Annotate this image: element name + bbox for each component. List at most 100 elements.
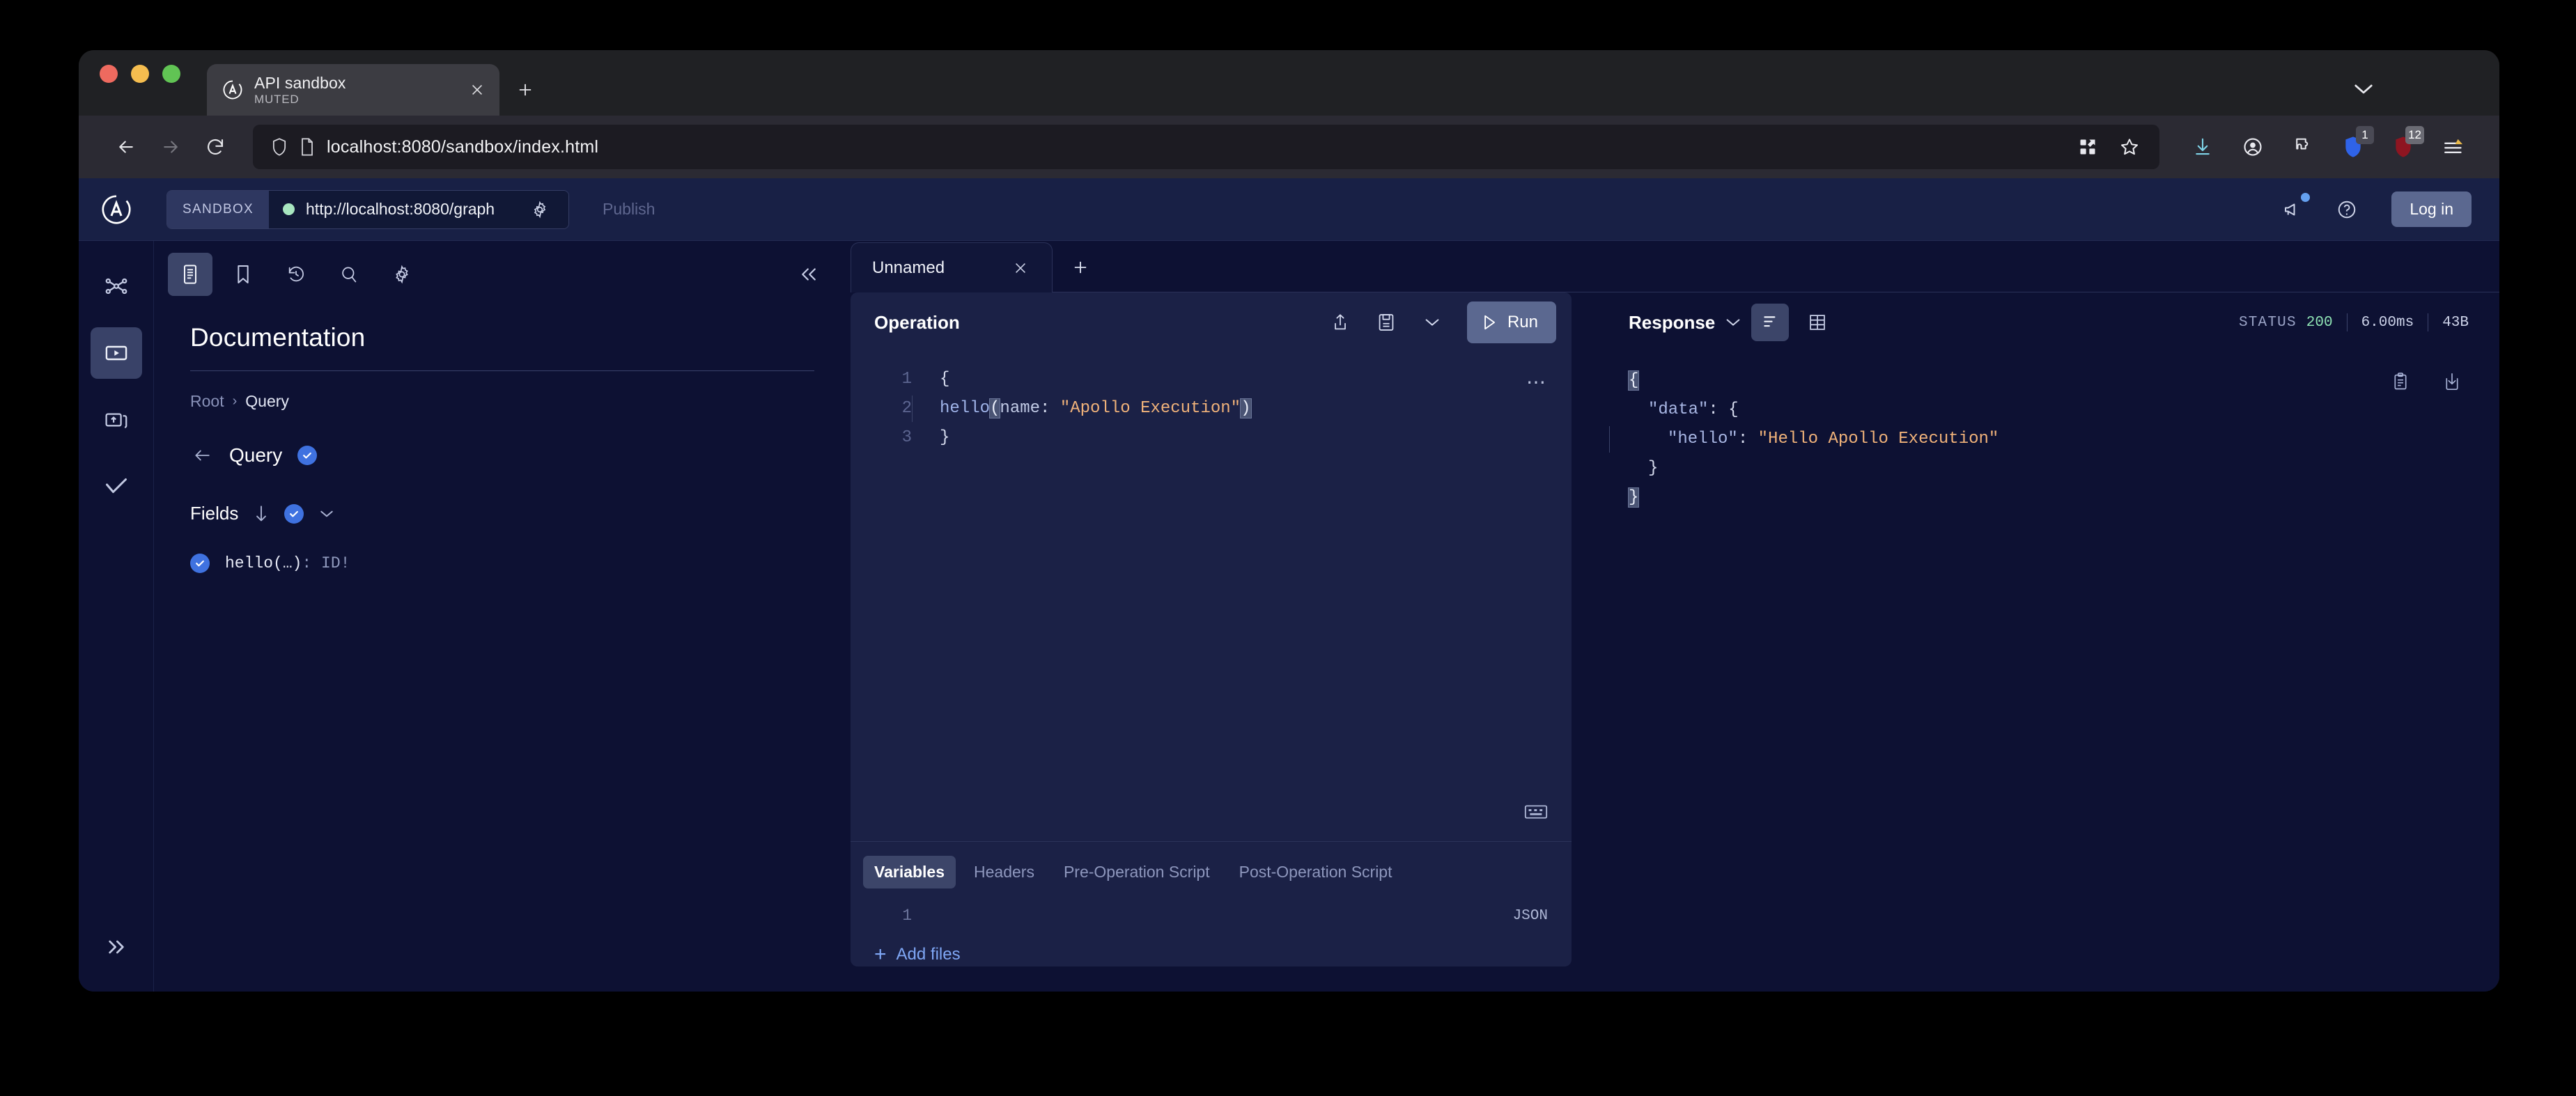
add-files-button[interactable]: + Add files [851,925,1572,966]
response-header: Response STATUS 200 6.00ms 43B [1605,292,2499,352]
endpoint-field[interactable]: http://localhost:8080/graph [269,190,569,228]
downloads-icon[interactable] [2178,125,2228,169]
tab-variables[interactable]: Variables [863,856,956,888]
code-text: { [912,365,949,394]
operation-title: Operation [874,311,960,333]
check-circle-icon[interactable] [284,503,304,524]
sidebar-item-variants[interactable] [91,394,142,446]
plus-icon[interactable] [1058,245,1103,290]
docs-tab-settings[interactable] [380,253,424,296]
list-item[interactable]: hello(…): ID! [190,554,814,573]
operation-tab[interactable]: Unnamed [851,242,1053,292]
star-icon[interactable] [2111,129,2148,165]
floppy-save-icon[interactable] [1370,306,1403,339]
shield-icon[interactable] [265,137,293,157]
run-button-label: Run [1507,313,1538,331]
chevron-down-icon[interactable] [1415,306,1449,339]
response-tools [2384,365,2469,398]
arrow-right-icon[interactable] [148,125,193,169]
check-circle-icon[interactable] [190,554,210,573]
extensions-grid-icon[interactable] [2069,129,2106,165]
url-bar[interactable]: localhost:8080/sandbox/index.html [253,125,2159,169]
plus-icon[interactable] [506,71,544,109]
sidebar-item-checks[interactable] [91,461,142,512]
download-box-icon[interactable] [2435,365,2469,398]
tab-post-operation-script[interactable]: Post-Operation Script [1228,856,1404,888]
browser-tab[interactable]: API sandbox MUTED [207,64,499,116]
app-menu-icon[interactable] [2428,125,2478,169]
divider [190,370,814,371]
documentation-panel: Documentation Root › Query Query Fields … [154,241,851,992]
breadcrumb-root[interactable]: Root [190,392,224,411]
apollo-logo-icon [79,178,154,241]
close-icon[interactable] [1013,260,1037,276]
keyboard-icon[interactable] [1524,804,1548,820]
view-table-button[interactable] [1799,304,1836,341]
extension-puzzle-icon[interactable] [2278,125,2328,169]
sidebar-item-explorer[interactable] [90,327,142,379]
browser-toolbar-icons: 1 12 [2178,125,2478,169]
megaphone-icon[interactable] [2274,191,2311,228]
line-number: 3 [901,428,912,447]
endpoint-status-dot [283,203,295,215]
tab-headers[interactable]: Headers [963,856,1046,888]
apollo-header: SANDBOX http://localhost:8080/graph Publ… [79,178,2499,241]
sandbox-chip: SANDBOX [167,190,270,228]
view-json-button[interactable] [1751,304,1790,341]
response-body[interactable]: { "data": { "hello": "Hello Apollo Execu… [1605,352,2499,966]
explorer-panes: Operation Run 1 {2 hello(name: "Apollo … [851,292,2499,992]
apollo-header-right: Log in [2274,191,2472,228]
operation-header: Operation Run [851,292,1572,352]
gear-icon[interactable] [526,201,554,219]
clipboard-copy-icon[interactable] [2384,365,2417,398]
code-text: } [1627,483,1640,512]
docs-tab-search[interactable] [327,253,371,296]
endpoint-selector[interactable]: SANDBOX http://localhost:8080/graph [166,189,570,229]
tab-pre-operation-script[interactable]: Pre-Operation Script [1053,856,1221,888]
token-brace-close-outer: } [1627,487,1640,508]
chevron-down-icon[interactable] [319,509,334,519]
publish-button[interactable]: Publish [593,193,665,226]
breadcrumb-current[interactable]: Query [245,392,289,411]
chevron-down-icon[interactable] [2346,75,2381,103]
field-signature: hello(…): ID! [225,554,350,572]
code-line: } [1629,454,2469,483]
minimize-window-button[interactable] [131,65,149,83]
operation-editor[interactable]: 1 { 2 hello(name: "Apollo Execution") 3 … [851,352,1572,841]
check-circle-icon[interactable] [297,446,318,465]
more-dots-icon[interactable]: ⋯ [1526,370,1548,393]
account-icon[interactable] [2228,125,2278,169]
chevron-double-left-icon[interactable] [791,256,827,292]
code-line: "hello": "Hello Apollo Execution" [1609,425,2469,454]
fields-label: Fields [190,503,239,524]
token-field-name: hello [940,399,991,418]
token-colon-brace: : { [1708,400,1739,419]
arrow-left-icon[interactable] [104,125,148,169]
apollo-sandbox-app: SANDBOX http://localhost:8080/graph Publ… [79,178,2499,992]
shield-red-icon[interactable]: 12 [2378,125,2428,169]
arrow-down-icon[interactable] [254,505,269,523]
sidebar-item-schema[interactable] [91,260,142,312]
chevron-double-right-icon[interactable] [91,926,142,968]
reload-icon[interactable] [193,125,238,169]
shield-blue-icon[interactable]: 1 [2328,125,2378,169]
docs-tab-saved[interactable] [221,253,265,296]
token-brace-open: { [1627,370,1640,391]
docs-tab-documentation[interactable] [168,253,212,296]
run-button[interactable]: Run [1466,302,1556,343]
shield-blue-badge: 1 [2356,126,2374,144]
help-circle-icon[interactable] [2329,191,2365,228]
login-button[interactable]: Log in [2391,191,2472,227]
code-text: { [1627,366,1640,396]
breadcrumb-separator: › [232,393,238,409]
close-window-button[interactable] [100,65,118,83]
share-up-icon[interactable] [1324,306,1357,339]
docs-tab-history[interactable] [274,253,318,296]
operation-tab-label: Unnamed [872,258,945,277]
arrow-left-icon[interactable] [190,448,214,463]
explorer-workspace: Unnamed Operation Run 1 {2 hello(name: … [851,241,2499,992]
variables-editor[interactable]: 1 JSON [851,888,1572,925]
close-icon[interactable] [465,77,490,102]
chevron-down-icon[interactable] [1725,317,1741,328]
maximize-window-button[interactable] [162,65,180,83]
